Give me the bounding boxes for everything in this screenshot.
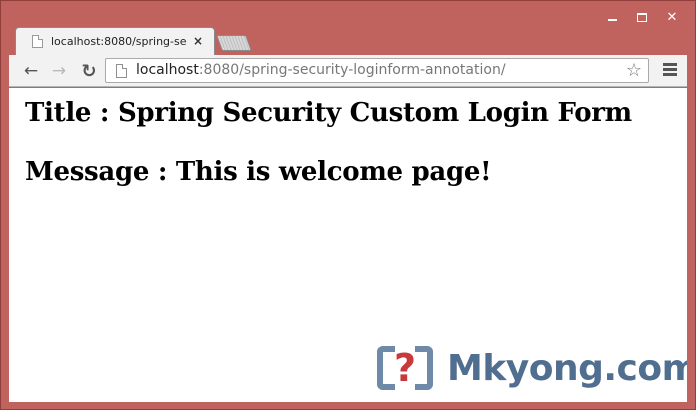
forward-arrow-icon[interactable]: → [49, 61, 69, 81]
maximize-icon[interactable] [627, 7, 657, 27]
address-bar[interactable]: localhost:8080/spring-security-loginform… [105, 58, 649, 83]
close-window-icon[interactable]: ✕ [657, 7, 687, 27]
browser-window: ✕ localhost:8080/spring-security-loginfo… [0, 0, 696, 410]
question-mark-icon: ? [393, 346, 417, 390]
menu-hamburger-icon[interactable] [663, 63, 677, 78]
tab-title: localhost:8080/spring-security-loginform… [51, 34, 187, 48]
watermark-brand-text: Mkyong.com [447, 347, 687, 389]
url-path: :8080/spring-security-loginform-annotati… [198, 62, 506, 78]
page-favicon-icon [32, 34, 43, 48]
bookmark-star-icon[interactable]: ☆ [626, 60, 642, 81]
browser-toolbar: ← → ↻ localhost:8080/spring-security-log… [9, 55, 687, 87]
reload-icon[interactable]: ↻ [79, 61, 99, 82]
mkyong-logo-icon: ? [373, 342, 437, 394]
window-caption-buttons: ✕ [597, 7, 687, 27]
tab-close-icon[interactable]: × [193, 34, 203, 48]
minimize-icon[interactable] [597, 7, 627, 27]
browser-tab[interactable]: localhost:8080/spring-security-loginform… [15, 27, 215, 55]
url-host: localhost [136, 62, 199, 78]
url-text[interactable]: localhost:8080/spring-security-loginform… [136, 62, 506, 78]
new-tab-button[interactable] [216, 35, 252, 51]
mkyong-watermark: ? Mkyong.com [373, 342, 687, 394]
back-arrow-icon[interactable]: ← [21, 61, 41, 81]
page-icon [116, 64, 127, 78]
page-viewport: Title : Spring Security Custom Login For… [9, 88, 687, 402]
page-title-heading: Title : Spring Security Custom Login For… [25, 98, 632, 128]
page-message-heading: Message : This is welcome page! [25, 157, 492, 187]
